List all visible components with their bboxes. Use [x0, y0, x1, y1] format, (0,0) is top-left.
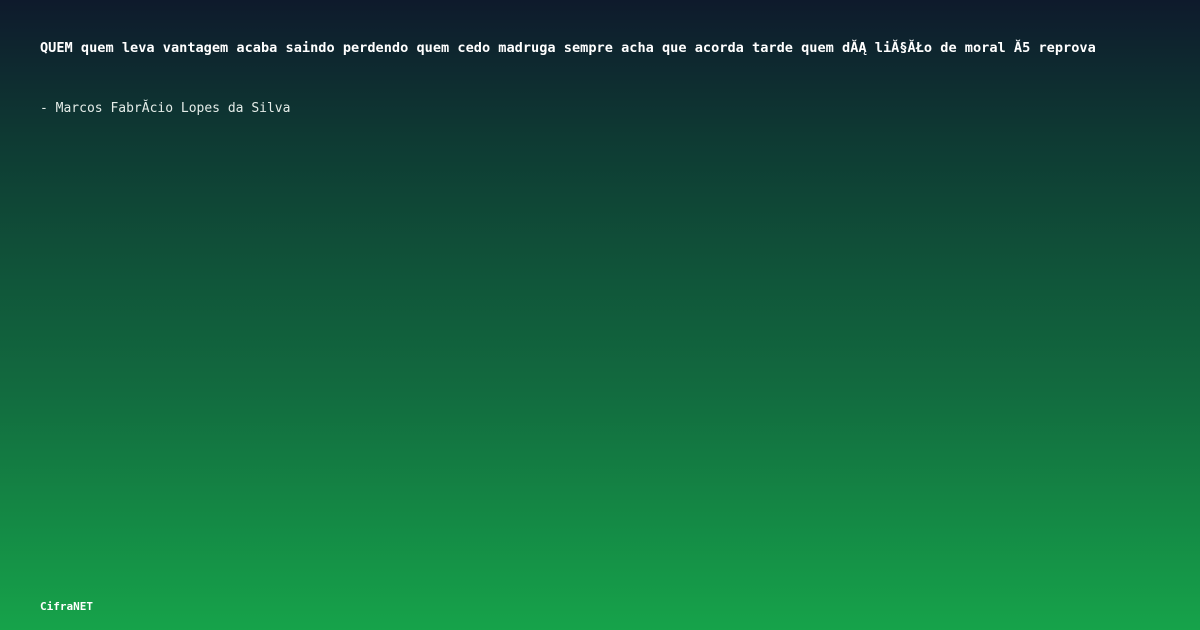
quote-card: QUEM quem leva vantagem acaba saindo per… — [0, 0, 1200, 630]
brand-logo-text: CifraNET — [40, 600, 93, 613]
quote-text: QUEM quem leva vantagem acaba saindo per… — [40, 40, 1096, 56]
quote-author: - Marcos FabrĂ­cio Lopes da Silva — [40, 101, 291, 116]
